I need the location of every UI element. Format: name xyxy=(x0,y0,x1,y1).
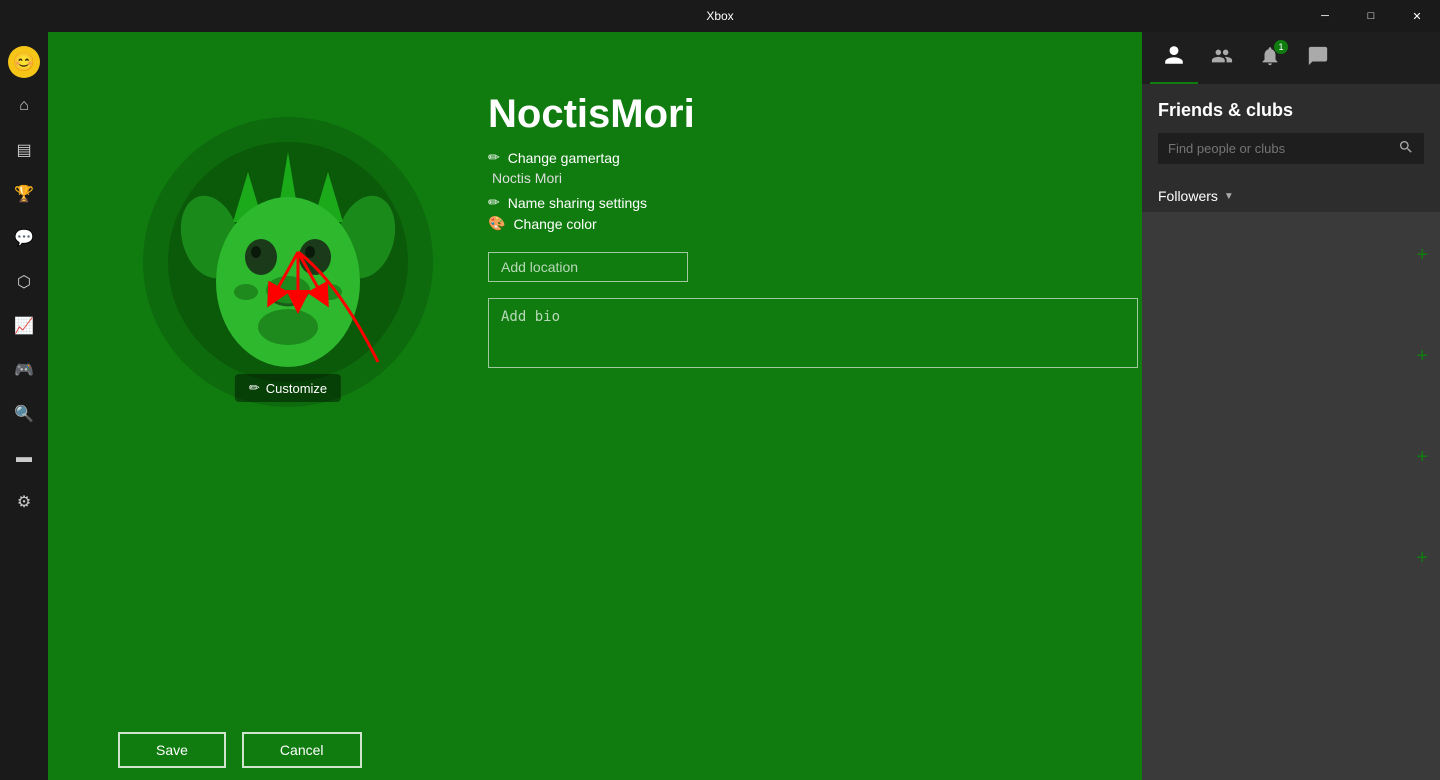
real-name: Noctis Mori xyxy=(488,170,1138,186)
sidebar-item-store[interactable]: ▤ xyxy=(0,128,48,172)
shield-icon: ⬡ xyxy=(17,272,31,292)
cancel-button[interactable]: Cancel xyxy=(242,732,362,768)
messages-tab-icon xyxy=(1307,45,1329,72)
chevron-down-icon: ▼ xyxy=(1224,191,1234,202)
change-color-link[interactable]: 🎨 Change color xyxy=(488,215,1138,232)
sidebar-item-trending[interactable]: 📈 xyxy=(0,304,48,348)
bio-input[interactable] xyxy=(488,298,1138,368)
title-bar-title: Xbox xyxy=(706,9,733,23)
sidebar-item-settings[interactable]: ⚙ xyxy=(0,480,48,524)
pencil-icon-2: ✏ xyxy=(488,149,500,166)
main-content: ✏ Customize NoctisMori ✏ Change gamertag… xyxy=(48,32,1142,780)
multiplayer-tab-icon xyxy=(1211,45,1233,72)
avatar-circle xyxy=(143,117,433,407)
friends-tab-icon xyxy=(1163,44,1185,71)
sidebar-item-achievements[interactable]: 🏆 xyxy=(0,172,48,216)
minimize-button[interactable]: ─ xyxy=(1302,0,1348,32)
sidebar-item-avatar[interactable]: 😊 xyxy=(0,40,48,84)
profile-details: NoctisMori ✏ Change gamertag Noctis Mori… xyxy=(448,92,1138,373)
user-avatar[interactable]: 😊 xyxy=(8,46,40,78)
game-icon: 🎮 xyxy=(14,360,34,380)
gamertag-title: NoctisMori xyxy=(488,92,1138,137)
home-icon: ⌂ xyxy=(19,97,29,115)
right-panel: 1 Friends & clubs xyxy=(1142,32,1440,780)
add-buttons-column: + + + + xyxy=(1404,240,1440,574)
tab-notifications[interactable]: 1 xyxy=(1246,32,1294,84)
sidebar-item-capture[interactable]: ▬ xyxy=(0,436,48,480)
pencil-icon-3: ✏ xyxy=(488,194,500,211)
store-icon: ▤ xyxy=(16,140,31,160)
tab-friends[interactable] xyxy=(1150,32,1198,84)
save-button[interactable]: Save xyxy=(118,732,226,768)
pencil-icon: ✏ xyxy=(249,380,260,396)
bio-row xyxy=(488,282,1138,373)
followers-label: Followers xyxy=(1158,188,1218,204)
add-button-1[interactable]: + xyxy=(1404,240,1440,271)
maximize-button[interactable]: □ xyxy=(1348,0,1394,32)
capture-icon: ▬ xyxy=(16,449,32,467)
app-container: 😊 ⌂ ▤ 🏆 💬 ⬡ 📈 🎮 🔍 ▬ ⚙ xyxy=(0,0,1440,780)
sidebar-item-game[interactable]: 🎮 xyxy=(0,348,48,392)
followers-row[interactable]: Followers ▼ xyxy=(1142,180,1440,212)
settings-icon: ⚙ xyxy=(17,492,31,512)
search-icon-right xyxy=(1398,139,1414,158)
avatar-svg xyxy=(168,142,408,382)
social-icon: 💬 xyxy=(14,228,34,248)
name-sharing-link[interactable]: ✏ Name sharing settings xyxy=(488,194,1138,211)
sidebar-item-social[interactable]: 💬 xyxy=(0,216,48,260)
profile-section: ✏ Customize NoctisMori ✏ Change gamertag… xyxy=(48,32,1142,472)
search-icon: 🔍 xyxy=(14,404,34,424)
bottom-bar: Save Cancel xyxy=(48,720,1142,780)
title-bar-controls: ─ □ ✕ xyxy=(1302,0,1440,32)
tab-multiplayer[interactable] xyxy=(1198,32,1246,84)
right-panel-header: Friends & clubs xyxy=(1142,84,1440,180)
color-icon: 🎨 xyxy=(488,215,505,232)
close-button[interactable]: ✕ xyxy=(1394,0,1440,32)
change-gamertag-label: Change gamertag xyxy=(508,150,620,166)
trending-icon: 📈 xyxy=(14,316,34,336)
notification-badge: 1 xyxy=(1274,40,1288,54)
location-input[interactable] xyxy=(488,252,688,282)
title-bar: Xbox ─ □ ✕ xyxy=(0,0,1440,32)
customize-button[interactable]: ✏ Customize xyxy=(235,374,341,402)
right-panel-tabs: 1 xyxy=(1142,32,1440,84)
search-input[interactable] xyxy=(1168,141,1390,156)
sidebar-item-home[interactable]: ⌂ xyxy=(0,84,48,128)
followers-list xyxy=(1142,212,1440,780)
search-bar[interactable] xyxy=(1158,133,1424,164)
name-sharing-label: Name sharing settings xyxy=(508,195,647,211)
achievements-icon: 🏆 xyxy=(14,184,34,204)
tab-messages[interactable] xyxy=(1294,32,1342,84)
friends-clubs-title: Friends & clubs xyxy=(1158,100,1424,121)
change-color-label: Change color xyxy=(513,216,596,232)
customize-label: Customize xyxy=(266,381,327,396)
location-row xyxy=(488,252,1138,282)
avatar-emoji: 😊 xyxy=(13,52,35,73)
avatar-area: ✏ Customize xyxy=(128,92,448,432)
add-button-2[interactable]: + xyxy=(1404,341,1440,372)
change-gamertag-link[interactable]: ✏ Change gamertag xyxy=(488,149,1138,166)
sidebar: 😊 ⌂ ▤ 🏆 💬 ⬡ 📈 🎮 🔍 ▬ ⚙ xyxy=(0,32,48,780)
sidebar-item-search[interactable]: 🔍 xyxy=(0,392,48,436)
add-button-4[interactable]: + xyxy=(1404,543,1440,574)
add-button-3[interactable]: + xyxy=(1404,442,1440,473)
sidebar-item-shield[interactable]: ⬡ xyxy=(0,260,48,304)
